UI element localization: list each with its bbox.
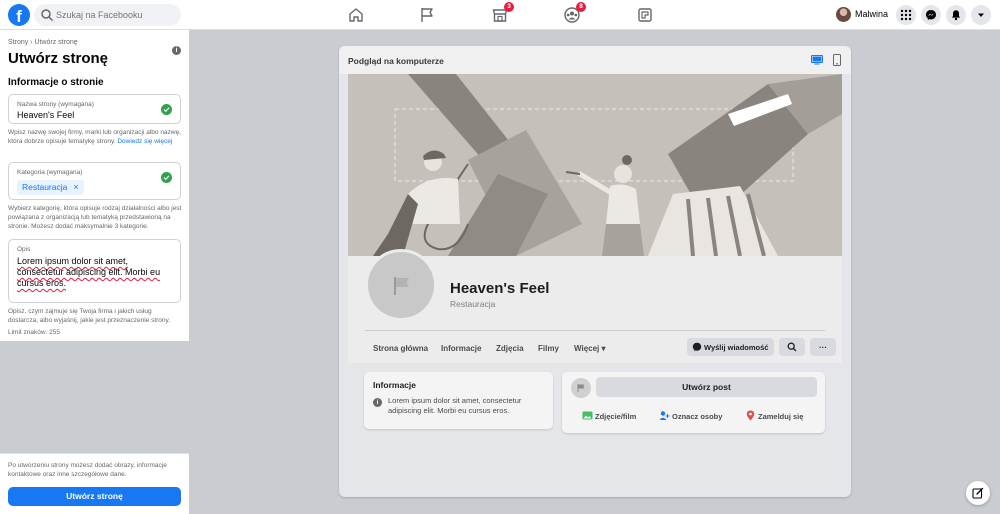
create-page-footer: Po utworzeniu strony możesz dodać obrazy…: [0, 453, 189, 514]
search-input[interactable]: [56, 7, 174, 23]
mobile-icon[interactable]: [833, 54, 841, 66]
profile-name: Malwina: [855, 9, 889, 19]
preview-header: Podgląd na komputerze: [339, 46, 851, 74]
remove-chip-icon[interactable]: ×: [73, 182, 78, 192]
flag-icon: [577, 384, 585, 392]
create-post-card: Utwórz post Zdjęcie/film Oznacz osoby Za…: [562, 372, 825, 433]
caret-down-icon: [978, 13, 984, 17]
search-icon: [41, 9, 54, 22]
flag-icon: [394, 277, 409, 295]
menu-button[interactable]: [896, 5, 916, 25]
create-post-button[interactable]: Utwórz post: [596, 377, 817, 397]
nav-marketplace-button[interactable]: 3: [491, 2, 514, 24]
tab-more[interactable]: Więcej ▾: [574, 344, 606, 353]
profile-picture[interactable]: [365, 249, 437, 321]
cover-art: [348, 74, 842, 256]
photo-video-button[interactable]: Zdjęcie/film: [582, 411, 636, 421]
breadcrumb[interactable]: Strony › Utwórz stronę: [8, 39, 78, 46]
category-helper: Wybierz kategorię, która opisuje rodzaj …: [8, 205, 182, 230]
divider: [365, 330, 825, 331]
bell-icon: [952, 10, 960, 21]
valid-check-icon: [161, 104, 172, 115]
tab-photos[interactable]: Zdjęcia: [496, 344, 524, 353]
description-textarea[interactable]: Lorem ipsum dolor sit amet, consectetur …: [17, 256, 177, 289]
preview-page-name: Heaven's Feel: [450, 280, 550, 297]
nav-gaming-button[interactable]: [636, 6, 654, 24]
tab-videos[interactable]: Filmy: [538, 344, 559, 353]
char-limit: Limit znaków: 255: [8, 329, 61, 336]
search-icon: [787, 342, 797, 352]
desktop-preview: Podgląd na komputerze Heaven's Feel Rest…: [339, 46, 851, 497]
page-name-label: Nazwa strony (wymagana): [17, 101, 94, 108]
messenger-button[interactable]: [921, 5, 941, 25]
category-field[interactable]: Kategoria (wymagana) Restauracja ×: [8, 162, 181, 200]
tag-people-icon: [659, 411, 670, 420]
create-page-panel: Strony › Utwórz stronę Utwórz stronę i I…: [0, 30, 189, 341]
check-in-button[interactable]: Zamelduj się: [746, 410, 803, 421]
photo-icon: [582, 411, 593, 420]
avatar: [836, 7, 851, 22]
desktop-icon[interactable]: [811, 55, 823, 65]
page-name-input[interactable]: Heaven's Feel: [17, 110, 74, 120]
compose-icon: [972, 487, 984, 499]
description-helper: Opisz, czym zajmuje się Twoja firma i ja…: [8, 308, 171, 324]
about-card-title: Informacje: [373, 380, 416, 390]
page-name-helper: Wpisz nazwę swojej firmy, marki lub orga…: [8, 129, 181, 145]
send-message-label: Wyślij wiadomość: [704, 343, 769, 352]
nav-groups-button[interactable]: 8: [563, 2, 586, 24]
tab-about[interactable]: Informacje: [441, 344, 481, 353]
send-message-button[interactable]: Wyślij wiadomość: [687, 338, 774, 356]
grid-menu-icon: [900, 9, 912, 21]
page-name-field[interactable]: Nazwa strony (wymagana) Heaven's Feel: [8, 94, 181, 124]
groups-badge: 8: [576, 2, 586, 12]
category-chip[interactable]: Restauracja ×: [17, 180, 84, 195]
nav-home-button[interactable]: [347, 6, 365, 24]
flag-icon: [421, 8, 433, 22]
about-card-text: Lorem ipsum dolor sit amet, consectetur …: [388, 396, 522, 415]
preview-page-category: Restauracja: [450, 299, 496, 309]
valid-check-icon: [161, 172, 172, 183]
learn-more-link[interactable]: Dowiedz się więcej: [117, 138, 172, 145]
top-navigation-bar: f 3 8 Malwina: [0, 0, 1000, 30]
more-options-button[interactable]: ···: [810, 338, 836, 356]
description-label: Opis: [17, 246, 31, 253]
tab-home[interactable]: Strona główna: [373, 344, 428, 353]
page-title: Utwórz stronę: [8, 50, 109, 67]
tag-people-button[interactable]: Oznacz osoby: [659, 411, 722, 421]
location-pin-icon: [746, 410, 755, 421]
marketplace-badge: 3: [504, 2, 514, 12]
preview-title: Podgląd na komputerze: [348, 56, 444, 66]
section-title: Informacje o stronie: [8, 77, 104, 88]
create-page-button[interactable]: Utwórz stronę: [8, 487, 181, 506]
about-card: Informacje i Lorem ipsum dolor sit amet,…: [364, 372, 553, 429]
cover-illustration: [348, 74, 842, 256]
category-label: Kategoria (wymagana): [17, 169, 83, 176]
new-message-button[interactable]: [966, 481, 990, 505]
messenger-icon: [926, 10, 936, 20]
category-chip-label: Restauracja: [22, 182, 68, 192]
preview-search-button[interactable]: [779, 338, 805, 356]
home-icon: [349, 8, 363, 22]
page-preview-card: Heaven's Feel Restauracja Strona główna …: [348, 74, 842, 363]
search-box[interactable]: [34, 4, 181, 26]
profile-button[interactable]: Malwina: [833, 5, 891, 25]
gaming-icon: [638, 8, 652, 22]
info-icon[interactable]: i: [172, 46, 181, 55]
info-icon: i: [373, 398, 382, 407]
messenger-icon: [692, 342, 702, 352]
facebook-logo-icon[interactable]: f: [8, 4, 30, 26]
notifications-button[interactable]: [946, 5, 966, 25]
post-avatar: [571, 378, 591, 398]
description-field[interactable]: Opis Lorem ipsum dolor sit amet, consect…: [8, 239, 181, 303]
account-button[interactable]: [971, 5, 991, 25]
nav-pages-button[interactable]: [418, 6, 436, 24]
bottom-note: Po utworzeniu strony możesz dodać obrazy…: [8, 462, 167, 478]
